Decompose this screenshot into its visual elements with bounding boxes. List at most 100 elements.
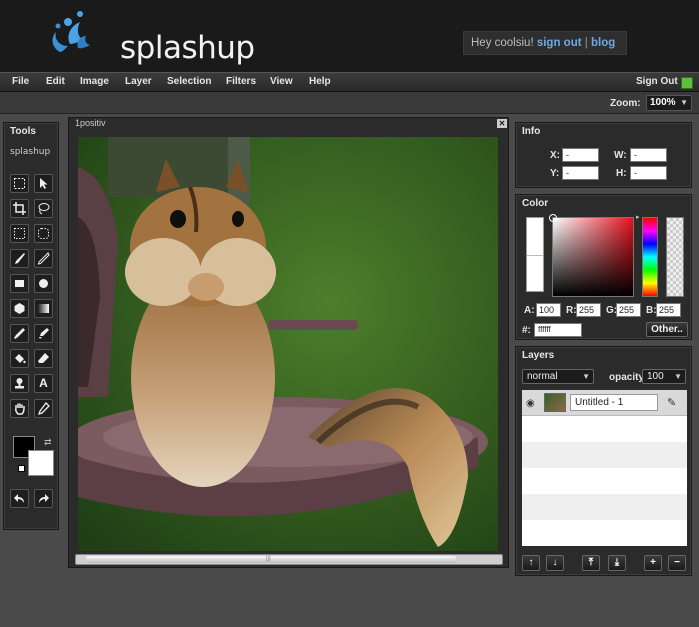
marquee-icon (14, 178, 25, 189)
rectangle-tool[interactable] (10, 274, 29, 293)
brush-icon (15, 253, 25, 264)
polygon-tool[interactable] (10, 299, 29, 318)
sign-out-link[interactable]: sign out (537, 37, 582, 49)
color-picker-tool[interactable] (34, 399, 53, 418)
redo-button[interactable] (34, 489, 53, 508)
menu-sign-out[interactable]: Sign Out (636, 76, 678, 87)
y-field[interactable]: - (562, 166, 599, 180)
eyedropper-tool[interactable] (10, 324, 29, 343)
menu-layer[interactable]: Layer (125, 76, 152, 87)
eraser-tool[interactable] (34, 349, 53, 368)
text-tool[interactable]: A (34, 374, 53, 393)
alpha-label: A: (524, 305, 535, 316)
crop-tool[interactable] (10, 199, 29, 218)
move-layer-up-button[interactable]: ↑ (522, 555, 540, 571)
canvas-title: 1positiv (75, 118, 106, 128)
ellipse-select-icon (38, 228, 49, 239)
chevron-down-icon: ▼ (674, 372, 682, 381)
blend-mode-select[interactable]: normal ▼ (522, 369, 594, 384)
picker-icon (37, 402, 50, 415)
w-field[interactable]: - (630, 148, 667, 162)
swap-colors-icon[interactable]: ⇄ (44, 437, 52, 448)
pencil-tool[interactable] (34, 249, 53, 268)
menu-filters[interactable]: Filters (226, 76, 256, 87)
canvas-window: 1positiv ✕ ||| (68, 117, 509, 568)
red-field[interactable]: 255 (576, 303, 601, 317)
move-tool[interactable] (34, 174, 53, 193)
tools-logo: splashup (10, 147, 51, 157)
menu-help[interactable]: Help (309, 76, 331, 87)
rect-select-icon (14, 228, 25, 239)
layer-to-bottom-button[interactable]: ⤓ (608, 555, 626, 571)
x-field[interactable]: - (562, 148, 599, 162)
info-panel: Info X: - W: - Y: - H: - (515, 122, 692, 188)
link-separator: | (584, 37, 588, 49)
rect-select-tool[interactable] (10, 224, 29, 243)
splashup-logo[interactable]: splashup (46, 8, 255, 66)
other-colors-button[interactable]: Other.. (646, 322, 688, 337)
brush-tool[interactable] (10, 249, 29, 268)
layers-title: Layers (522, 350, 555, 361)
close-icon[interactable]: ✕ (497, 119, 507, 128)
stamp-tool[interactable] (10, 374, 29, 393)
stamp-icon (15, 378, 24, 389)
gradient-tool[interactable] (34, 299, 53, 318)
paint-bucket-icon (15, 354, 26, 364)
crop-icon (13, 202, 26, 215)
layer-properties-icon[interactable]: ✎ (667, 396, 676, 409)
scrollbar-thumb[interactable] (86, 556, 456, 563)
reset-colors-icon[interactable] (18, 465, 25, 472)
delete-layer-button[interactable]: − (668, 555, 686, 571)
zoom-select[interactable]: 100% ▼ (646, 95, 692, 111)
circle-icon (39, 279, 48, 288)
hand-tool[interactable] (10, 399, 29, 418)
image-canvas[interactable] (78, 137, 498, 551)
lasso-tool[interactable] (34, 199, 53, 218)
layer-list: ◉ Untitled - 1 ✎ (522, 390, 687, 546)
undo-button[interactable] (10, 489, 29, 508)
fill-tool[interactable] (10, 349, 29, 368)
layer-to-top-button[interactable]: ⤒ (582, 555, 600, 571)
ellipse-select-tool[interactable] (34, 224, 53, 243)
ellipse-tool[interactable] (34, 274, 53, 293)
marquee-select-tool[interactable] (10, 174, 29, 193)
eyedropper-icon (14, 328, 25, 339)
user-greeting: Hey coolsiu! (471, 37, 534, 49)
horizontal-scrollbar[interactable]: ||| (75, 554, 503, 565)
layer-row[interactable]: ◉ Untitled - 1 ✎ (522, 390, 687, 416)
menu-selection[interactable]: Selection (167, 76, 211, 87)
eye-icon[interactable]: ◉ (526, 398, 535, 409)
menu-image[interactable]: Image (80, 76, 109, 87)
alpha-field[interactable]: 100 (536, 303, 561, 317)
y-label: Y: (550, 168, 560, 179)
tools-panel: Tools splashup A ⇄ (3, 122, 59, 530)
pencil-icon (37, 252, 50, 265)
blue-field[interactable]: 255 (656, 303, 681, 317)
hex-field[interactable]: ffffff (534, 323, 582, 337)
blog-link[interactable]: blog (591, 37, 615, 49)
menu-view[interactable]: View (270, 76, 293, 87)
menu-file[interactable]: File (12, 76, 29, 87)
hand-icon (15, 403, 25, 415)
layers-panel: Layers normal ▼ opacity: 100 ▼ ◉ Untitle… (515, 346, 692, 576)
text-icon: A (39, 376, 48, 390)
lasso-icon (38, 203, 50, 215)
opacity-select[interactable]: 100 ▼ (642, 369, 686, 384)
chevron-down-icon: ▼ (582, 372, 590, 381)
background-color-swatch[interactable] (28, 450, 54, 476)
hue-slider[interactable] (642, 217, 658, 297)
color-title: Color (522, 198, 549, 209)
smudge-tool[interactable] (34, 324, 53, 343)
green-field[interactable]: 255 (616, 303, 641, 317)
layer-name-field[interactable]: Untitled - 1 (570, 394, 658, 411)
gradient-icon (38, 304, 49, 313)
saturation-value-picker[interactable] (549, 214, 634, 297)
hue-marker-icon: ▸ (636, 214, 640, 221)
move-layer-down-button[interactable]: ↓ (546, 555, 564, 571)
chipmunk-photo (78, 137, 498, 551)
h-field[interactable]: - (630, 166, 667, 180)
menu-edit[interactable]: Edit (46, 76, 65, 87)
alpha-slider[interactable] (666, 217, 684, 297)
add-layer-button[interactable]: + (644, 555, 662, 571)
layer-thumbnail (544, 393, 566, 412)
